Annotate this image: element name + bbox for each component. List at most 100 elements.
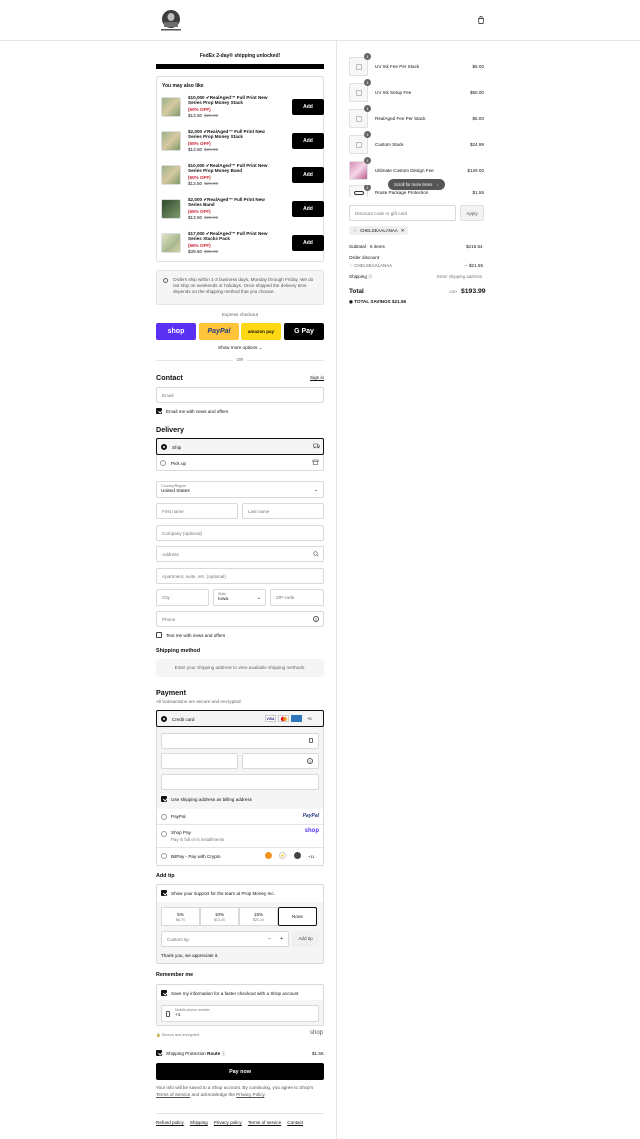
tip-none-label: None xyxy=(292,914,303,919)
help-icon[interactable]: ? xyxy=(313,616,319,622)
cart-bag-icon[interactable] xyxy=(477,16,485,24)
bitpay-option[interactable]: BitPay - Pay with Crypto ⚡ +11 xyxy=(157,848,323,864)
savings-label: TOTAL SAVINGS xyxy=(354,299,391,304)
zip-field[interactable]: ZIP code xyxy=(270,589,324,606)
paypal-label: PayPal xyxy=(171,814,186,819)
paypal-radio[interactable] xyxy=(161,814,167,820)
tip-none-button[interactable]: None xyxy=(278,907,317,926)
help-icon[interactable]: ⓘ xyxy=(368,274,372,279)
total-label: Total xyxy=(349,288,364,295)
protection-checkbox[interactable] xyxy=(156,1050,162,1056)
show-more-options[interactable]: Show more options ⌄ xyxy=(218,345,262,351)
add-button[interactable]: Add xyxy=(292,99,324,115)
protection-label: Shipping Protection Route ⓘ xyxy=(166,1051,225,1057)
footer-link[interactable]: Shipping xyxy=(190,1120,208,1125)
privacy-link[interactable]: Privacy Policy xyxy=(236,1092,264,1097)
phone-field[interactable]: Phone ? xyxy=(156,611,324,627)
footer-link[interactable]: Privacy policy xyxy=(214,1120,242,1125)
shop-pay-sub: Pay in full or in installments xyxy=(171,837,225,842)
tip-amount: $20.10 xyxy=(253,918,264,922)
address-field[interactable]: Address xyxy=(156,546,324,562)
add-button[interactable]: Add xyxy=(292,167,324,183)
item-thumbnail xyxy=(349,83,368,102)
tip-15-button[interactable]: 15% $20.10 xyxy=(239,907,278,926)
phone-placeholder: Phone xyxy=(162,617,176,622)
tip-checkbox[interactable] xyxy=(161,890,167,896)
sign-in-link[interactable]: Sign in xyxy=(310,375,324,380)
sale-price: $13.50 xyxy=(188,215,203,220)
scroll-hint-pill[interactable]: Scroll for more items ↓ xyxy=(388,179,445,190)
city-field[interactable]: City xyxy=(156,589,209,606)
tip-pct: 15% xyxy=(253,912,264,917)
cvv-field[interactable]: ? xyxy=(242,753,319,769)
tip-amount: $13.40 xyxy=(214,918,225,922)
news-checkbox[interactable] xyxy=(156,408,162,414)
tip-thanks: Thank you, we appreciate it. xyxy=(161,953,219,958)
last-name-field[interactable]: Last name xyxy=(242,503,324,519)
store-logo[interactable] xyxy=(157,8,185,34)
country-select[interactable]: Country/Region United States ⌄ xyxy=(156,481,324,498)
help-icon[interactable]: ? xyxy=(307,758,313,764)
credit-card-radio[interactable] xyxy=(161,716,167,722)
text-me-checkbox[interactable] xyxy=(156,632,162,638)
mobile-phone-field[interactable]: Mobile phone number +1 xyxy=(161,1005,319,1022)
upsell-item: $17,000 ✔RealAged™ Full Print New Series… xyxy=(161,230,324,262)
info-icon[interactable]: ⓘ xyxy=(221,1051,225,1056)
add-tip-button[interactable]: Add tip xyxy=(292,931,319,947)
remember-checkbox[interactable] xyxy=(161,990,167,996)
store-icon xyxy=(312,459,319,467)
savings-tag-icon: ◉ xyxy=(349,299,354,304)
shop-pay-option[interactable]: Shop Pay Pay in full or in installments … xyxy=(157,825,323,848)
first-name-field[interactable]: First name xyxy=(156,503,238,519)
ship-option[interactable]: Ship xyxy=(156,438,324,455)
google-pay-button[interactable]: G Pay xyxy=(284,323,324,340)
item-name: UV Ink Fee Per Stack xyxy=(375,64,420,69)
close-icon[interactable]: ✕ xyxy=(401,228,405,234)
pickup-radio[interactable] xyxy=(160,460,166,466)
credit-card-option[interactable]: Credit card VISA +5 xyxy=(156,710,324,727)
email-field[interactable]: Email xyxy=(156,387,324,403)
billing-checkbox[interactable] xyxy=(161,796,167,802)
footer-link[interactable]: Contact xyxy=(287,1120,303,1125)
price: $13.50 $29.99 xyxy=(188,113,218,118)
compare-price: $89.99 xyxy=(204,249,219,254)
state-select[interactable]: State Iowa ⌄ xyxy=(213,589,266,606)
paypal-option[interactable]: PayPal PayPal xyxy=(157,809,323,825)
custom-tip-field[interactable]: Custom tip − + xyxy=(161,931,289,947)
apply-button[interactable]: Apply xyxy=(460,205,484,221)
country-label: Country/Region xyxy=(161,484,186,488)
payment-title: Payment xyxy=(156,688,186,697)
quantity-badge: 1 xyxy=(364,53,371,60)
terms-link[interactable]: Terms of Service xyxy=(156,1092,190,1097)
discount-code-field[interactable]: Discount code or gift card xyxy=(349,205,456,221)
name-on-card-field[interactable] xyxy=(161,774,319,790)
tip-5-button[interactable]: 5% $6.70 xyxy=(161,907,200,926)
apartment-placeholder: Apartment, suite, etc. (optional) xyxy=(162,574,226,579)
add-button[interactable]: Add xyxy=(292,201,324,217)
apartment-field[interactable]: Apartment, suite, etc. (optional) xyxy=(156,568,324,584)
ship-radio[interactable] xyxy=(161,444,167,450)
add-button[interactable]: Add xyxy=(292,235,324,251)
paypal-button[interactable]: PayPal xyxy=(199,323,239,340)
company-field[interactable]: Company (optional) xyxy=(156,525,324,541)
shop-pay-radio[interactable] xyxy=(161,831,167,837)
tip-10-button[interactable]: 10% $13.40 xyxy=(200,907,239,926)
plus-icon[interactable]: + xyxy=(280,936,283,942)
amazon-pay-button[interactable]: amazon pay xyxy=(241,323,281,340)
paypal-logo: PayPal xyxy=(302,813,319,819)
card-number-field[interactable] xyxy=(161,733,319,749)
footer-link[interactable]: Terms of service xyxy=(248,1120,281,1125)
upsell-item: $10,000 ✔RealAged™ Full Print New Series… xyxy=(161,94,324,126)
order-discount-label: Order discount xyxy=(349,255,380,260)
bitpay-radio[interactable] xyxy=(161,853,167,859)
shop-pay-button[interactable]: shop xyxy=(156,323,196,340)
footer-link[interactable]: Refund policy xyxy=(156,1120,184,1125)
expiry-field[interactable] xyxy=(161,753,238,769)
minus-icon[interactable]: − xyxy=(268,936,271,942)
last-name-placeholder: Last name xyxy=(248,509,270,514)
image-placeholder-icon xyxy=(356,90,362,96)
add-button[interactable]: Add xyxy=(292,133,324,149)
pay-now-button[interactable]: Pay now xyxy=(156,1063,324,1080)
discount-code-label: CHELSEAALANAA xyxy=(354,263,392,268)
item-price: $50.00 xyxy=(469,90,484,95)
